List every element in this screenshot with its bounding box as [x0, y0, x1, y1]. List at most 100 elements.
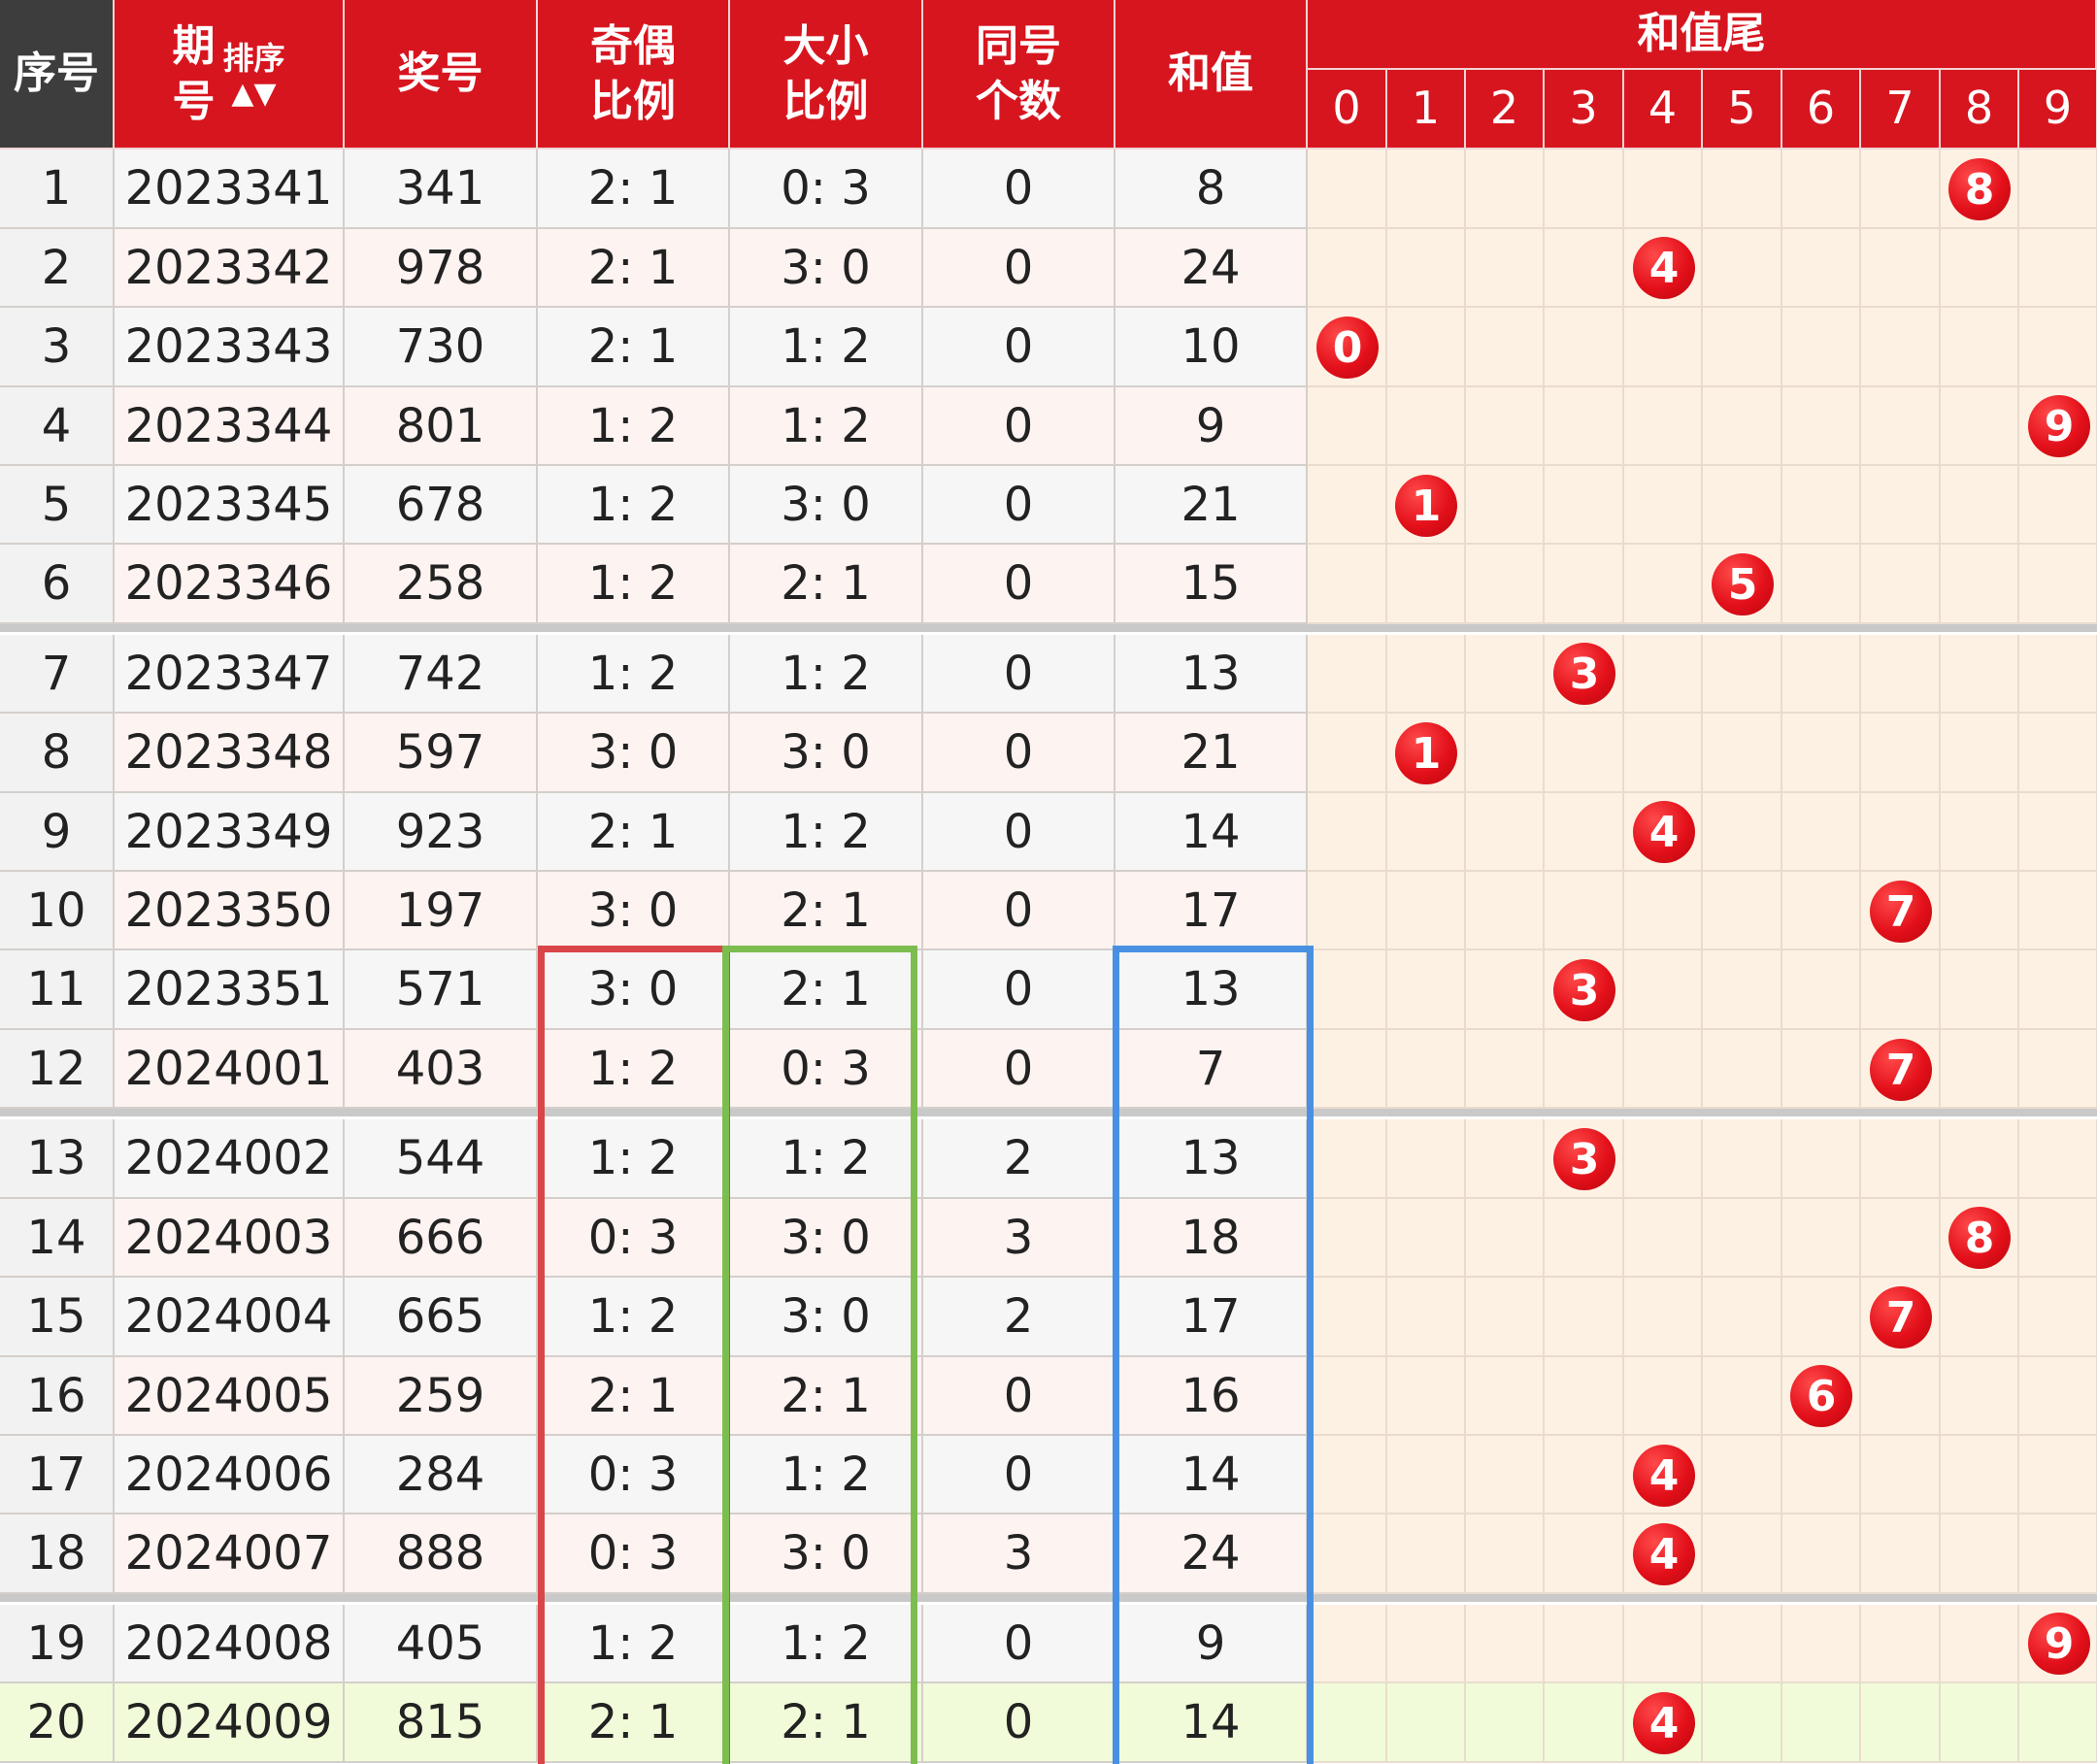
tail-cell	[1703, 1030, 1782, 1109]
header-odd-even-bottom: 比例	[590, 77, 676, 126]
sum-tail-ball: 7	[1870, 1039, 1932, 1101]
tail-cell	[1308, 1436, 1387, 1514]
tail-cell	[1545, 229, 1624, 308]
header-tail-digit: 6	[1782, 70, 1861, 150]
tail-cell	[1387, 635, 1466, 714]
row-seq: 8	[0, 714, 115, 793]
row-odd-even: 3: 0	[538, 872, 730, 950]
tail-cell	[1387, 872, 1466, 950]
sum-tail-ball: 4	[1633, 1692, 1695, 1754]
row-same-count: 0	[923, 1436, 1115, 1514]
row-number: 341	[345, 150, 538, 229]
tail-cell	[1782, 950, 1861, 1030]
tail-cell	[1782, 1436, 1861, 1514]
header-big-small-top: 大小	[782, 20, 869, 71]
row-period: 2024004	[115, 1278, 345, 1357]
row-number: 403	[345, 1030, 538, 1109]
sort-button[interactable]: 排序 ▲▼	[222, 39, 284, 109]
row-odd-even: 1: 2	[538, 635, 730, 714]
row-period: 2023351	[115, 950, 345, 1030]
tail-cell	[1545, 150, 1624, 229]
row-big-small: 2: 1	[730, 545, 923, 624]
tail-cell	[1387, 793, 1466, 872]
row-period: 2024007	[115, 1514, 345, 1594]
tail-cell	[2019, 1119, 2097, 1199]
highlight-odd-even-frame	[538, 946, 730, 1764]
tail-cell	[2019, 635, 2097, 714]
tail-cell	[2019, 793, 2097, 872]
tail-cell	[1703, 466, 1782, 545]
tail-cell	[1941, 950, 2019, 1030]
header-period-sort[interactable]: 期号排序 ▲▼	[115, 0, 345, 150]
row-number: 197	[345, 872, 538, 950]
tail-cell	[1861, 466, 1941, 545]
tail-cell	[1466, 1030, 1545, 1109]
row-big-small: 1: 2	[730, 635, 923, 714]
sum-tail-ball: 1	[1395, 475, 1457, 537]
tail-cell	[1545, 793, 1624, 872]
tail-cell	[1466, 1199, 1545, 1278]
tail-cell	[1387, 150, 1466, 229]
row-same-count: 0	[923, 387, 1115, 466]
tail-cell	[1624, 466, 1703, 545]
tail-cell	[1387, 1605, 1466, 1683]
row-sum: 14	[1115, 793, 1308, 872]
tail-cell	[2019, 466, 2097, 545]
tail-cell	[2019, 229, 2097, 308]
tail-cell	[1782, 714, 1861, 793]
row-seq: 15	[0, 1278, 115, 1357]
row-seq: 19	[0, 1605, 115, 1683]
tail-cell	[1861, 387, 1941, 466]
sum-tail-ball: 4	[1633, 1445, 1695, 1507]
header-seq: 序号	[0, 0, 115, 150]
tail-cell	[1545, 466, 1624, 545]
header-tail-digit: 9	[2019, 70, 2097, 150]
tail-cell	[1466, 950, 1545, 1030]
row-big-small: 3: 0	[730, 229, 923, 308]
lottery-trend-table: 序号期号排序 ▲▼ 奖号 奇偶 比例 大小 比例 同号 个数 和值 和值尾 0 1 2 3 4 5 6 7 8 9 1 20…	[0, 0, 2097, 1764]
tail-cell	[1545, 545, 1624, 624]
tail-cell	[1387, 1436, 1466, 1514]
row-odd-even: 2: 1	[538, 150, 730, 229]
tail-cell	[1941, 1030, 2019, 1109]
tail-cell	[1466, 872, 1545, 950]
row-same-count: 3	[923, 1514, 1115, 1594]
header-tail-digit: 7	[1861, 70, 1941, 150]
row-odd-even: 2: 1	[538, 229, 730, 308]
tail-cell	[1703, 1199, 1782, 1278]
header-big-small: 大小 比例	[730, 0, 923, 150]
tail-cell	[1782, 387, 1861, 466]
sort-label: 排序	[222, 40, 285, 78]
tail-cell	[1861, 1357, 1941, 1436]
tail-cell	[1466, 1514, 1545, 1594]
header-big-small-bottom: 比例	[782, 77, 869, 126]
tail-cell	[2019, 872, 2097, 950]
row-same-count: 0	[923, 466, 1115, 545]
row-period: 2023346	[115, 545, 345, 624]
tail-cell	[1703, 635, 1782, 714]
tail-cell	[1387, 1030, 1466, 1109]
row-odd-even: 2: 1	[538, 793, 730, 872]
tail-cell	[1703, 1436, 1782, 1514]
tail-cell	[1941, 466, 2019, 545]
tail-cell	[1703, 1514, 1782, 1594]
tail-cell	[1466, 714, 1545, 793]
tail-cell	[1703, 229, 1782, 308]
row-seq: 17	[0, 1436, 115, 1514]
tail-cell	[1861, 1119, 1941, 1199]
tail-cell	[1387, 1514, 1466, 1594]
tail-cell	[1466, 308, 1545, 387]
tail-cell	[1308, 1119, 1387, 1199]
tail-cell	[1624, 1357, 1703, 1436]
row-same-count: 0	[923, 229, 1115, 308]
group-divider	[0, 1109, 2097, 1116]
tail-cell	[1466, 1278, 1545, 1357]
tail-cell	[1782, 229, 1861, 308]
tail-cell	[2019, 950, 2097, 1030]
row-period: 2024008	[115, 1605, 345, 1683]
row-seq: 12	[0, 1030, 115, 1109]
header-same-count-top: 同号	[976, 20, 1061, 71]
tail-cell	[1941, 714, 2019, 793]
row-seq: 4	[0, 387, 115, 466]
tail-cell	[2019, 150, 2097, 229]
